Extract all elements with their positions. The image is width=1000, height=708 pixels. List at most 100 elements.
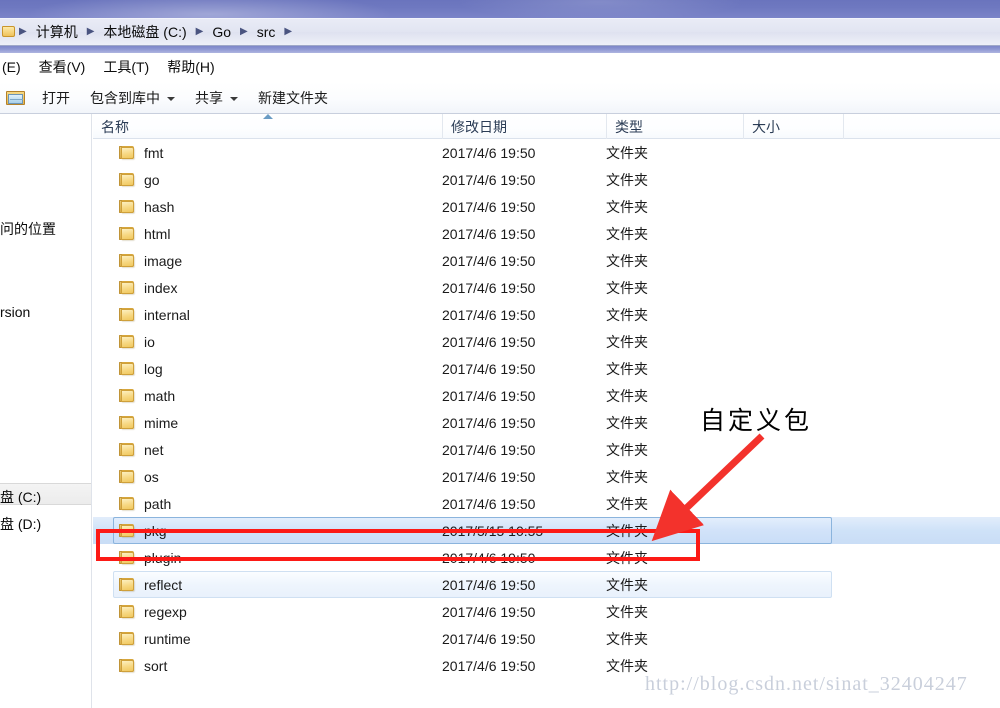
cell-name[interactable]: image [119, 253, 182, 269]
chevron-down-icon [167, 96, 175, 101]
breadcrumb-separator-2: ▶ [195, 26, 204, 37]
file-name-label: runtime [144, 630, 191, 647]
breadcrumb-separator-4[interactable]: ▶ [279, 27, 297, 37]
cell-date-modified: 2017/4/6 19:50 [442, 198, 536, 215]
cell-name[interactable]: regexp [119, 604, 187, 620]
cell-name[interactable]: path [119, 496, 171, 512]
column-header-row[interactable]: 名称 修改日期 类型 大小 [93, 114, 1000, 139]
menu-item-view[interactable]: 查看(V) [30, 57, 95, 77]
breadcrumb-item-local-disk-c[interactable]: 本地磁盘 (C:) [99, 23, 190, 41]
cell-type: 文件夹 [606, 198, 648, 215]
table-row[interactable]: reflect 2017/4/6 19:50 文件夹 [93, 571, 1000, 598]
menu-item-tools[interactable]: 工具(T) [94, 57, 158, 77]
file-name-label: mime [144, 414, 179, 431]
table-row[interactable]: image 2017/4/6 19:50 文件夹 [93, 247, 1000, 274]
cell-date-modified: 2017/4/6 19:50 [442, 603, 536, 620]
cell-date-modified: 2017/4/6 19:50 [442, 495, 536, 512]
nav-item-2[interactable]: 盘 (C:) [0, 487, 41, 507]
menu-item-help[interactable]: 帮助(H) [158, 57, 223, 77]
table-row[interactable]: index 2017/4/6 19:50 文件夹 [93, 274, 1000, 301]
table-row[interactable]: math 2017/4/6 19:50 文件夹 [93, 382, 1000, 409]
table-row[interactable]: path 2017/4/6 19:50 文件夹 [93, 490, 1000, 517]
aero-divider [0, 46, 1000, 53]
table-row[interactable]: regexp 2017/4/6 19:50 文件夹 [93, 598, 1000, 625]
cell-date-modified: 2017/4/6 19:50 [442, 468, 536, 485]
column-header-date[interactable]: 修改日期 [442, 114, 606, 139]
folder-icon [119, 388, 136, 403]
breadcrumb-item-go[interactable]: Go [208, 23, 235, 41]
cell-name[interactable]: go [119, 172, 160, 188]
table-row[interactable]: mime 2017/4/6 19:50 文件夹 [93, 409, 1000, 436]
cell-date-modified: 2017/4/6 19:50 [442, 630, 536, 647]
cell-type: 文件夹 [606, 252, 648, 269]
column-header-size[interactable]: 大小 [743, 114, 843, 139]
include-in-library-label: 包含到库中 [90, 89, 160, 106]
menu-item-edit[interactable]: (E) [0, 57, 30, 77]
explorer-window: ▶ 计算机 ▶ 本地磁盘 (C:) ▶ Go ▶ src ▶ (E) 查看(V)… [0, 0, 1000, 708]
nav-item-1[interactable]: rsion [0, 304, 30, 320]
table-row[interactable]: hash 2017/4/6 19:50 文件夹 [93, 193, 1000, 220]
open-folder-icon [6, 89, 28, 107]
table-row[interactable]: fmt 2017/4/6 19:50 文件夹 [93, 139, 1000, 166]
include-in-library-button[interactable]: 包含到库中 [80, 87, 185, 109]
file-list-rows[interactable]: fmt 2017/4/6 19:50 文件夹 go 2017/4/6 19:50 文件夹 h… [93, 139, 1000, 679]
folder-icon [119, 658, 136, 673]
folder-icon [119, 307, 136, 322]
breadcrumb-item-src[interactable]: src [253, 23, 280, 41]
cell-date-modified: 2017/4/6 19:50 [442, 414, 536, 431]
table-row[interactable]: html 2017/4/6 19:50 文件夹 [93, 220, 1000, 247]
navigation-pane[interactable]: 问的位置 rsion 盘 (C:) 盘 (D:) [0, 114, 92, 708]
nav-item-0[interactable]: 问的位置 [0, 219, 56, 239]
cell-type: 文件夹 [606, 144, 648, 161]
cell-name[interactable]: io [119, 334, 155, 350]
folder-icon [119, 253, 136, 268]
file-list-pane[interactable]: 名称 修改日期 类型 大小 fmt 2017/4/6 19:50 文件夹 go 2017/4/… [93, 114, 1000, 708]
file-name-label: sort [144, 657, 168, 674]
table-row[interactable]: os 2017/4/6 19:50 文件夹 [93, 463, 1000, 490]
annotation-callout-text: 自定义包 [700, 406, 813, 435]
file-name-label: regexp [144, 603, 187, 620]
cell-name[interactable]: fmt [119, 145, 163, 161]
share-with-button[interactable]: 共享 [185, 87, 248, 109]
cell-name[interactable]: index [119, 280, 177, 296]
address-folder-icon [0, 23, 15, 41]
cell-name[interactable]: html [119, 226, 170, 242]
chevron-down-icon [230, 96, 238, 101]
table-row[interactable]: runtime 2017/4/6 19:50 文件夹 [93, 625, 1000, 652]
file-name-label: fmt [144, 144, 164, 161]
breadcrumb-item-computer[interactable]: 计算机 [32, 23, 82, 41]
cell-name[interactable]: log [119, 361, 163, 377]
annotation-arrow [651, 433, 765, 542]
breadcrumb[interactable]: ▶ 计算机 ▶ 本地磁盘 (C:) ▶ Go ▶ src ▶ [14, 19, 297, 45]
cell-name[interactable]: math [119, 388, 175, 404]
cell-name[interactable]: net [119, 442, 163, 458]
table-row[interactable]: go 2017/4/6 19:50 文件夹 [93, 166, 1000, 193]
cell-name[interactable]: hash [119, 199, 174, 215]
cell-date-modified: 2017/4/6 19:50 [442, 576, 536, 593]
cell-name[interactable]: mime [119, 415, 178, 431]
table-row[interactable]: log 2017/4/6 19:50 文件夹 [93, 355, 1000, 382]
cell-type: 文件夹 [606, 360, 648, 377]
cell-type: 文件夹 [606, 171, 648, 188]
cell-name[interactable]: internal [119, 307, 190, 323]
folder-icon [119, 145, 136, 160]
cell-name[interactable]: reflect [119, 577, 182, 593]
table-row[interactable]: internal 2017/4/6 19:50 文件夹 [93, 301, 1000, 328]
column-header-type[interactable]: 类型 [606, 114, 743, 139]
cell-date-modified: 2017/4/6 19:50 [442, 279, 536, 296]
table-row[interactable]: net 2017/4/6 19:50 文件夹 [93, 436, 1000, 463]
cell-name[interactable]: sort [119, 658, 167, 674]
breadcrumb-separator-3: ▶ [240, 26, 248, 37]
nav-item-3[interactable]: 盘 (D:) [0, 514, 41, 534]
folder-icon [119, 172, 136, 187]
cell-name[interactable]: runtime [119, 631, 191, 647]
new-folder-button[interactable]: 新建文件夹 [248, 87, 338, 109]
cell-date-modified: 2017/4/6 19:50 [442, 144, 536, 161]
open-button[interactable]: 打开 [32, 87, 80, 109]
cell-name[interactable]: os [119, 469, 159, 485]
column-header-name[interactable]: 名称 [93, 114, 442, 139]
cell-date-modified: 2017/4/6 19:50 [442, 171, 536, 188]
folder-icon [119, 361, 136, 376]
address-bar[interactable]: ▶ 计算机 ▶ 本地磁盘 (C:) ▶ Go ▶ src ▶ [0, 18, 1000, 46]
table-row[interactable]: io 2017/4/6 19:50 文件夹 [93, 328, 1000, 355]
